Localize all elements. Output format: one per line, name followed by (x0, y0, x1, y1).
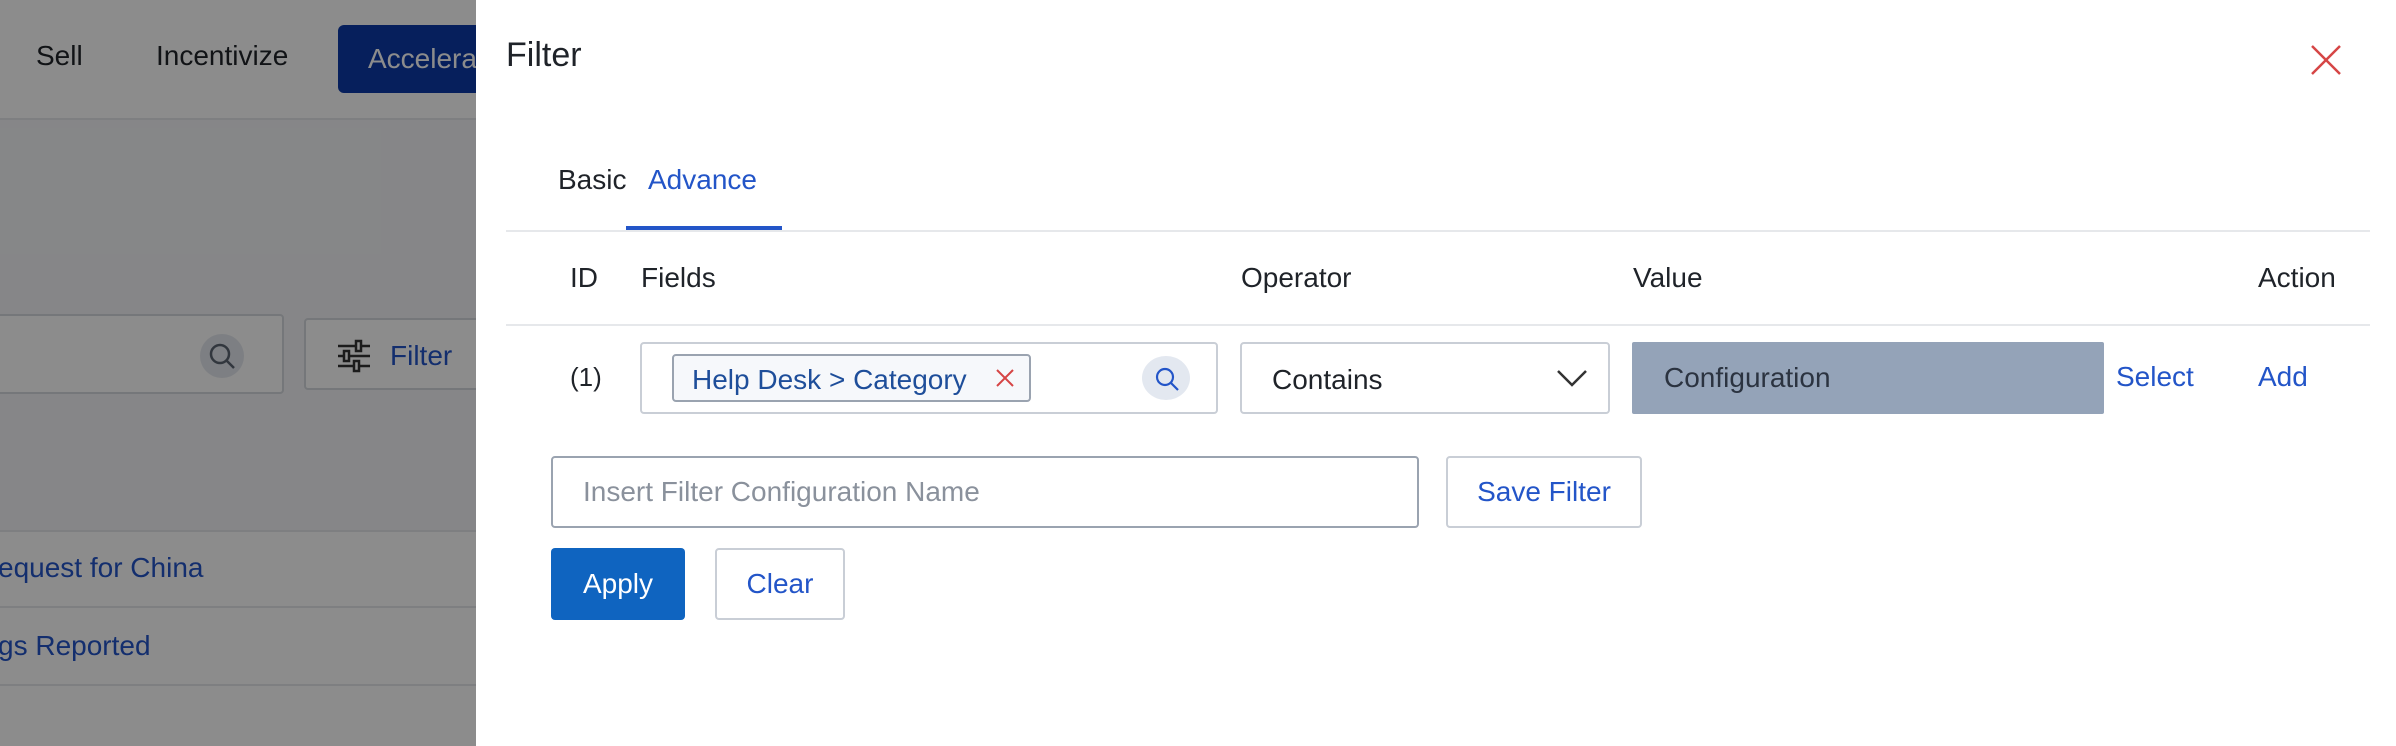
active-tab-indicator (626, 226, 782, 230)
operator-select[interactable]: Contains (1240, 342, 1610, 414)
select-link[interactable]: Select (2116, 361, 2194, 393)
filter-tabs: Basic Advance (506, 150, 2370, 232)
fields-search-button[interactable] (1142, 356, 1190, 400)
clear-button[interactable]: Clear (715, 548, 845, 620)
field-chip: Help Desk > Category (672, 354, 1031, 402)
field-chip-label: Help Desk > Category (692, 364, 967, 395)
add-link[interactable]: Add (2258, 361, 2308, 393)
close-button[interactable] (2306, 40, 2346, 80)
column-header-value: Value (1633, 262, 1703, 293)
tab-basic[interactable]: Basic (558, 164, 626, 196)
filter-drawer: Filter Basic Advance ID Fields Operator … (476, 0, 2396, 746)
row-id: (1) (570, 362, 602, 392)
search-icon (1155, 367, 1179, 391)
apply-button[interactable]: Apply (551, 548, 685, 620)
filter-configuration-name-input[interactable] (551, 456, 1419, 528)
column-header-fields: Fields (641, 262, 716, 293)
value-text: Configuration (1664, 362, 1831, 393)
remove-chip-icon[interactable] (993, 366, 1017, 390)
column-header-action: Action (2258, 262, 2336, 293)
operator-selected-value: Contains (1272, 364, 1383, 395)
drawer-title: Filter (506, 36, 582, 74)
fields-picker[interactable]: Help Desk > Category (640, 342, 1218, 414)
save-filter-button[interactable]: Save Filter (1446, 456, 1642, 528)
tab-advance[interactable]: Advance (648, 164, 757, 196)
column-header-id: ID (570, 262, 598, 293)
close-icon[interactable] (2306, 40, 2346, 80)
column-header-operator: Operator (1241, 262, 1352, 293)
value-field[interactable]: Configuration (1632, 342, 2104, 414)
table-row: (1) Help Desk > Category Contains Config… (506, 326, 2370, 430)
table-header: ID Fields Operator Value Action (506, 232, 2370, 326)
chevron-down-icon (1557, 370, 1587, 387)
